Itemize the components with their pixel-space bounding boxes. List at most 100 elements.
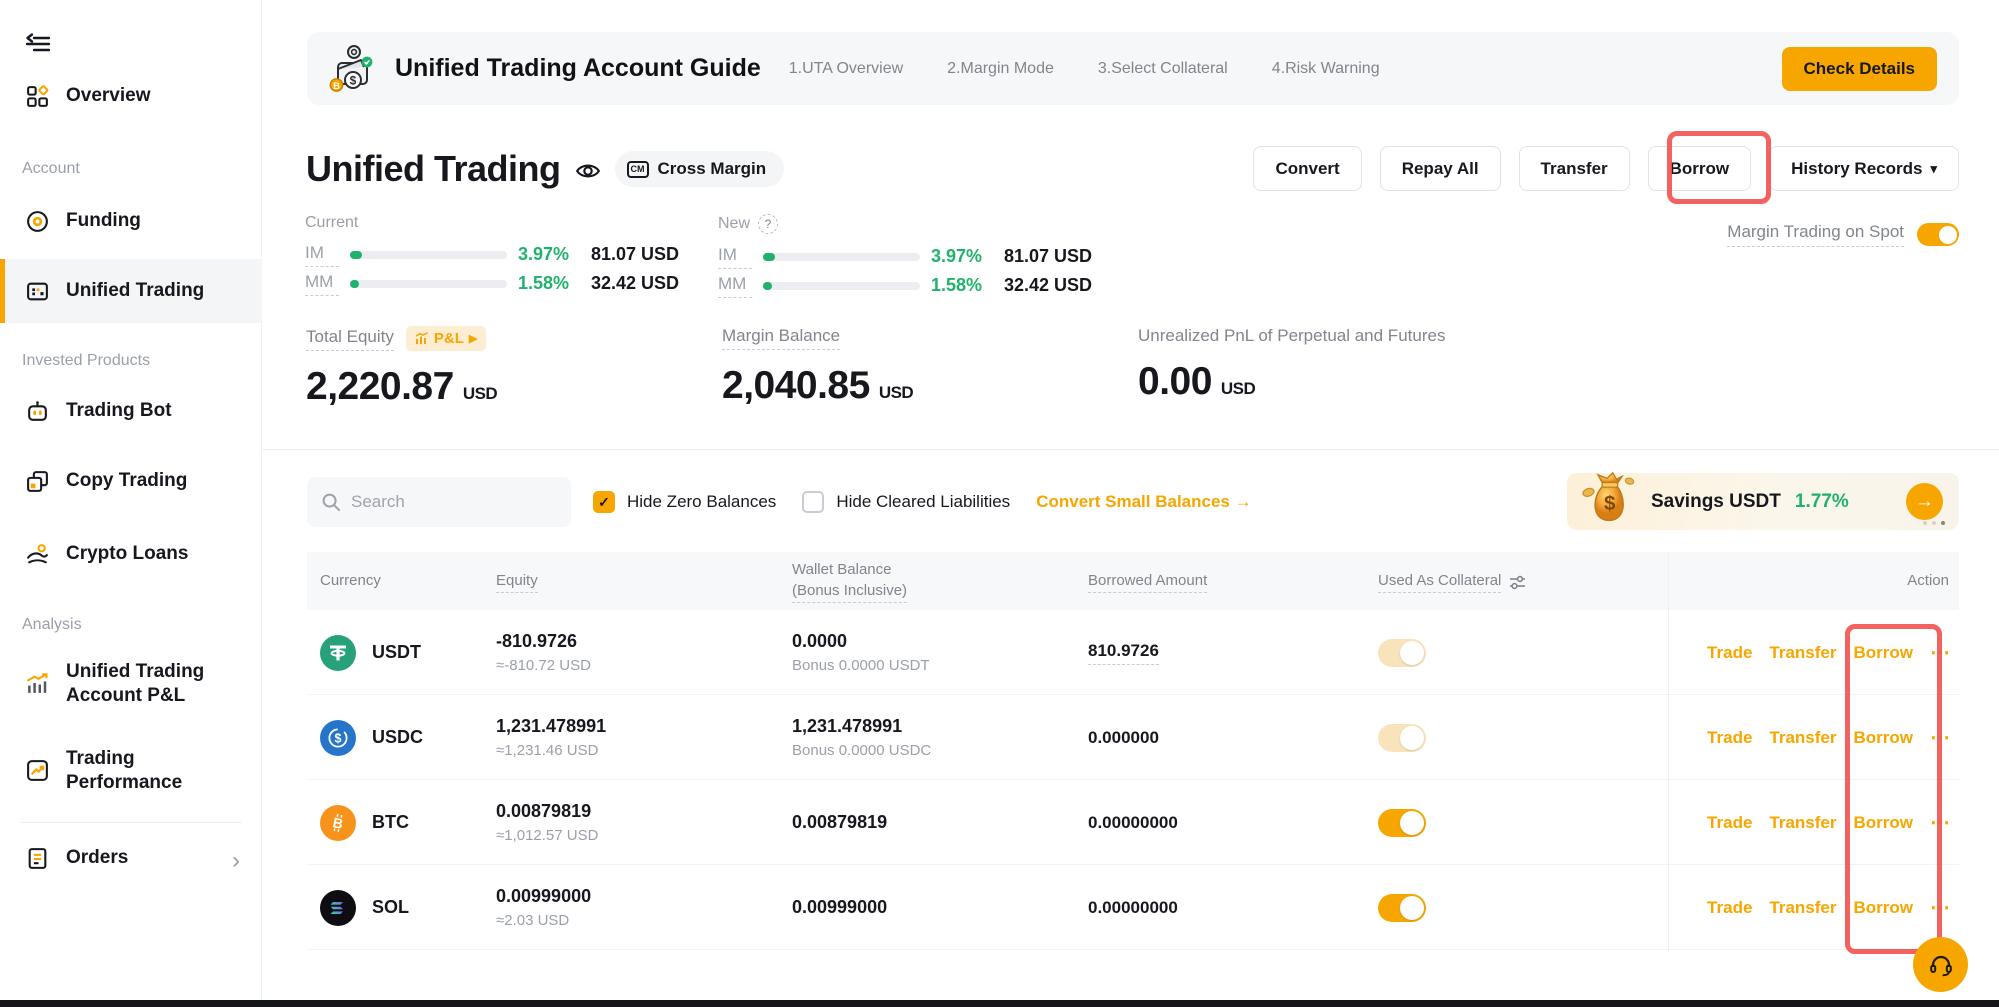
borrow-link[interactable]: Borrow bbox=[1854, 813, 1914, 833]
transfer-link[interactable]: Transfer bbox=[1769, 728, 1836, 748]
borrow-link[interactable]: Borrow bbox=[1854, 728, 1914, 748]
equity-usd: ≈1,231.46 USD bbox=[496, 742, 606, 759]
savings-rate: 1.77% bbox=[1795, 491, 1849, 513]
collateral-toggle[interactable] bbox=[1378, 639, 1426, 667]
hide-zero-balances-checkbox[interactable]: ✓ Hide Zero Balances bbox=[593, 491, 776, 513]
guide-step-1[interactable]: 1.UTA Overview bbox=[789, 60, 903, 78]
mm-usd: 32.42 USD bbox=[1004, 275, 1092, 296]
repay-all-button[interactable]: Repay All bbox=[1380, 146, 1501, 191]
sidebar-item-trading-performance[interactable]: TradingPerformance bbox=[24, 747, 182, 795]
equity-value: 0.00999000 bbox=[496, 886, 591, 907]
convert-button[interactable]: Convert bbox=[1253, 146, 1361, 191]
sidebar-item-trading-bot[interactable]: Trading Bot bbox=[24, 398, 172, 424]
wallet-bonus: Bonus 0.0000 USDC bbox=[792, 742, 931, 759]
equity-usd: ≈-810.72 USD bbox=[496, 657, 591, 674]
sidebar-item-label: Copy Trading bbox=[66, 470, 187, 492]
support-headset-button[interactable] bbox=[1913, 937, 1968, 992]
borrow-button[interactable]: Borrow bbox=[1648, 146, 1752, 191]
guide-step-4[interactable]: 4.Risk Warning bbox=[1272, 60, 1380, 78]
convert-small-balances-link[interactable]: Convert Small Balances → bbox=[1036, 492, 1251, 512]
sidebar-item-overview[interactable]: Overview bbox=[24, 83, 151, 109]
checkbox-unchecked-icon bbox=[802, 491, 824, 513]
borrowed-amount[interactable]: 810.9726 bbox=[1088, 641, 1159, 665]
cross-margin-label: Cross Margin bbox=[658, 159, 767, 179]
sidebar-item-orders[interactable]: Orders bbox=[24, 845, 128, 871]
unrealized-pnl-label: Unrealized PnL of Perpetual and Futures bbox=[1138, 326, 1445, 346]
guide-step-2[interactable]: 2.Margin Mode bbox=[947, 60, 1054, 78]
sidebar-collapse-icon[interactable] bbox=[24, 30, 52, 58]
wallet-balance: 0.0000 bbox=[792, 631, 930, 652]
col-borrowed-amount[interactable]: Borrowed Amount bbox=[1088, 572, 1207, 593]
collateral-toggle[interactable] bbox=[1378, 894, 1426, 922]
mm-progress-bar bbox=[763, 282, 920, 290]
sidebar-item-label: Crypto Loans bbox=[66, 543, 188, 565]
total-equity-block: Total Equity P&L ▶ 2,220.87USD bbox=[306, 326, 497, 409]
im-progress-bar bbox=[763, 253, 920, 261]
trade-link[interactable]: Trade bbox=[1707, 898, 1752, 918]
cross-margin-badge[interactable]: CM Cross Margin bbox=[615, 151, 785, 187]
help-icon[interactable]: ? bbox=[758, 214, 778, 234]
hide-cleared-liabilities-label: Hide Cleared Liabilities bbox=[836, 492, 1010, 512]
savings-label: Savings USDT bbox=[1651, 491, 1781, 513]
transfer-link[interactable]: Transfer bbox=[1769, 813, 1836, 833]
savings-promo-banner[interactable]: $ Savings USDT 1.77% → bbox=[1567, 473, 1959, 530]
section-divider bbox=[262, 449, 1999, 450]
usdt-coin-icon bbox=[320, 635, 356, 671]
im-progress-bar bbox=[350, 251, 507, 259]
im-percent: 3.97% bbox=[518, 244, 580, 265]
col-equity[interactable]: Equity bbox=[496, 572, 538, 593]
col-used-as-collateral[interactable]: Used As Collateral bbox=[1378, 572, 1526, 593]
trade-link[interactable]: Trade bbox=[1707, 728, 1752, 748]
more-icon[interactable]: ⋯ bbox=[1930, 895, 1951, 920]
sliders-icon bbox=[1509, 575, 1526, 590]
currency-symbol: USDT bbox=[372, 642, 421, 663]
sidebar: Overview Account Funding Unified Trading… bbox=[0, 0, 262, 1000]
history-records-button[interactable]: History Records ▾ bbox=[1769, 146, 1959, 191]
borrow-link[interactable]: Borrow bbox=[1854, 643, 1914, 663]
col-currency: Currency bbox=[320, 572, 381, 589]
sidebar-active-bar bbox=[0, 259, 5, 323]
transfer-button[interactable]: Transfer bbox=[1519, 146, 1630, 191]
window-bottom-edge bbox=[0, 1000, 1999, 1007]
hide-cleared-liabilities-checkbox[interactable]: Hide Cleared Liabilities bbox=[802, 491, 1010, 513]
transfer-link[interactable]: Transfer bbox=[1769, 898, 1836, 918]
wallet-balance: 0.00879819 bbox=[792, 812, 887, 833]
sidebar-item-funding[interactable]: Funding bbox=[24, 208, 141, 234]
eye-icon[interactable] bbox=[575, 158, 601, 184]
sidebar-item-crypto-loans[interactable]: Crypto Loans bbox=[24, 541, 188, 567]
search-input[interactable] bbox=[351, 492, 541, 512]
currency-symbol: USDC bbox=[372, 727, 423, 748]
collateral-toggle[interactable] bbox=[1378, 724, 1426, 752]
trade-link[interactable]: Trade bbox=[1707, 813, 1752, 833]
check-details-button[interactable]: Check Details bbox=[1782, 47, 1938, 91]
guide-step-3[interactable]: 3.Select Collateral bbox=[1098, 60, 1228, 78]
savings-arrow-button[interactable]: → bbox=[1906, 483, 1943, 520]
sol-coin-icon bbox=[320, 890, 356, 926]
pnl-badge[interactable]: P&L ▶ bbox=[406, 326, 486, 351]
more-icon[interactable]: ⋯ bbox=[1930, 810, 1951, 835]
trade-link[interactable]: Trade bbox=[1707, 643, 1752, 663]
transfer-link[interactable]: Transfer bbox=[1769, 643, 1836, 663]
new-im-row: IM 3.97% 81.07 USD bbox=[718, 242, 1092, 271]
unified-trading-page: Overview Account Funding Unified Trading… bbox=[0, 0, 1999, 1007]
collateral-toggle[interactable] bbox=[1378, 809, 1426, 837]
page-title: Unified Trading bbox=[306, 148, 561, 190]
unified-trading-icon bbox=[24, 278, 50, 304]
sidebar-item-unified-trading[interactable]: Unified Trading bbox=[24, 278, 204, 304]
funding-icon bbox=[24, 208, 50, 234]
col-wallet-balance[interactable]: Wallet Balance(Bonus Inclusive) bbox=[792, 561, 907, 603]
sidebar-item-uta-pnl[interactable]: Unified TradingAccount P&L bbox=[24, 660, 204, 708]
svg-text:B: B bbox=[333, 80, 340, 91]
margin-trading-toggle[interactable] bbox=[1917, 223, 1959, 246]
cross-margin-icon: CM bbox=[627, 161, 649, 178]
sidebar-item-copy-trading[interactable]: Copy Trading bbox=[24, 468, 187, 494]
more-icon[interactable]: ⋯ bbox=[1930, 725, 1951, 750]
borrow-link[interactable]: Borrow bbox=[1854, 898, 1914, 918]
sidebar-item-label: Unified TradingAccount P&L bbox=[66, 660, 204, 708]
overview-grid-icon bbox=[24, 83, 50, 109]
margin-balance-value: 2,040.85 bbox=[722, 364, 870, 408]
mm-label: MM bbox=[305, 272, 339, 296]
im-percent: 3.97% bbox=[931, 246, 993, 267]
chevron-right-icon[interactable]: › bbox=[232, 847, 240, 875]
more-icon[interactable]: ⋯ bbox=[1930, 640, 1951, 665]
